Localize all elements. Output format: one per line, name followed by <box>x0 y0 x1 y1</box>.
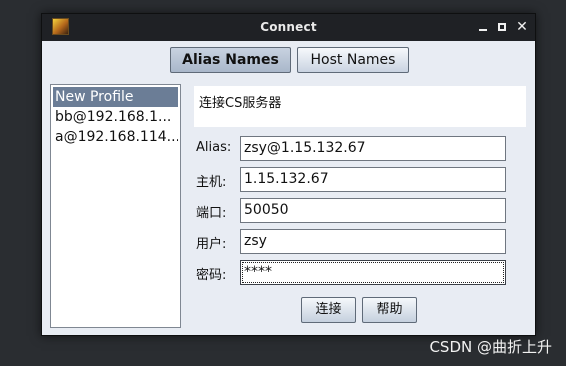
profile-item[interactable]: New Profile <box>53 87 178 107</box>
port-input[interactable]: 50050 <box>240 198 506 223</box>
alias-label: Alias: <box>196 140 232 155</box>
profile-item[interactable]: bb@192.168.1... <box>53 107 178 127</box>
info-text: 连接CS服务器 <box>199 96 282 111</box>
host-names-button[interactable]: Host Names <box>297 47 409 73</box>
connect-button[interactable]: 连接 <box>301 297 356 323</box>
minimize-icon[interactable] <box>475 18 491 36</box>
host-input[interactable]: 1.15.132.67 <box>240 167 506 192</box>
port-label: 端口: <box>196 206 227 221</box>
profile-list[interactable]: New Profile bb@192.168.1... a@192.168.11… <box>50 84 181 328</box>
title-bar[interactable]: Connect ✕ <box>42 14 535 41</box>
user-input[interactable]: zsy <box>240 229 506 254</box>
info-panel: 连接CS服务器 <box>194 86 526 127</box>
password-input[interactable]: **** <box>240 260 506 285</box>
user-label: 用户: <box>196 237 227 252</box>
close-icon[interactable]: ✕ <box>514 18 530 36</box>
help-button[interactable]: 帮助 <box>362 297 417 323</box>
profile-item[interactable]: a@192.168.114... <box>53 127 178 147</box>
connect-dialog: Connect ✕ Alias Names Host Names New Pro… <box>41 13 536 336</box>
host-label: 主机: <box>196 175 227 190</box>
alias-input[interactable]: zsy@1.15.132.67 <box>240 136 506 161</box>
alias-names-button[interactable]: Alias Names <box>170 47 291 73</box>
watermark: CSDN @曲折上升 <box>429 338 552 356</box>
maximize-icon[interactable] <box>494 18 510 36</box>
window-title: Connect <box>260 20 317 34</box>
password-label: 密码: <box>196 268 227 283</box>
